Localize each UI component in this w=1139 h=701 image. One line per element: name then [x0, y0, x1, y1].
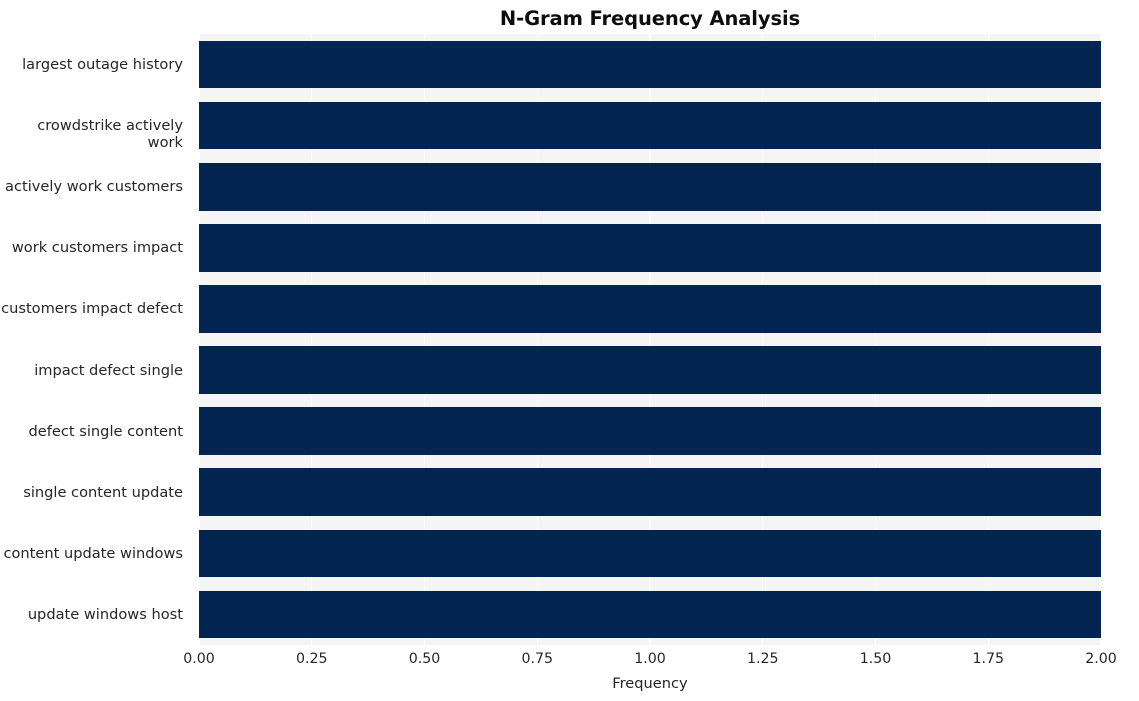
bar-row	[199, 468, 1101, 517]
bar	[199, 285, 1101, 333]
bar-series	[199, 34, 1101, 645]
y-axis-tick-label: single content update	[23, 483, 183, 501]
bar-row	[199, 407, 1101, 455]
y-axis-tick-label: customers impact defect	[1, 300, 183, 318]
x-axis-tick-label: 1.25	[746, 651, 779, 667]
bar	[199, 346, 1101, 394]
bar-row	[199, 346, 1101, 394]
bar	[199, 529, 1101, 578]
y-axis-tick-label: defect single content	[28, 422, 183, 440]
bar	[199, 101, 1101, 150]
x-axis-tick-label: 1.00	[634, 651, 666, 667]
y-axis-tick-label: content update windows	[3, 544, 183, 562]
bar	[199, 162, 1101, 211]
x-axis-title: Frequency	[612, 675, 688, 692]
y-axis-tick-labels: largest outage history crowdstrike active…	[0, 34, 191, 645]
plot-area	[199, 34, 1101, 645]
chart-title: N-Gram Frequency Analysis	[499, 7, 801, 30]
x-axis-tick-label: 0.75	[521, 651, 554, 667]
bar	[199, 40, 1101, 89]
x-axis-tick-label: 0.00	[183, 651, 215, 667]
x-axis-tick-label: 0.50	[408, 651, 441, 667]
bar	[199, 468, 1101, 517]
y-axis-tick-label: impact defect single	[34, 361, 183, 379]
y-axis-tick-label: update windows host	[27, 605, 183, 623]
chart-figure: N-Gram Frequency Analysis largest outage…	[0, 0, 1139, 701]
x-axis-tick-labels: 0.00 0.25 0.50 0.75 1.00 1.25 1.50 1.75 2.00	[0, 650, 1139, 672]
x-axis-tick-label: 1.50	[859, 651, 892, 667]
bar-row	[199, 40, 1101, 89]
bar	[199, 590, 1101, 639]
y-axis-tick-label: work customers impact	[11, 239, 183, 257]
bar-row	[199, 162, 1101, 211]
y-axis-tick-label: actively work customers	[5, 178, 183, 196]
x-axis-tick-label: 2.00	[1085, 651, 1117, 667]
bar-row	[199, 529, 1101, 578]
bar	[199, 224, 1101, 272]
bar-row	[199, 285, 1101, 333]
x-axis-tick-label: 0.25	[295, 651, 328, 667]
bar-row	[199, 590, 1101, 639]
y-axis-tick-label: largest outage history	[22, 56, 183, 74]
y-axis-tick-label: crowdstrike actively work	[37, 117, 183, 152]
bar-row	[199, 101, 1101, 150]
bar	[199, 407, 1101, 455]
bar-row	[199, 224, 1101, 272]
x-axis-tick-label: 1.75	[972, 651, 1005, 667]
